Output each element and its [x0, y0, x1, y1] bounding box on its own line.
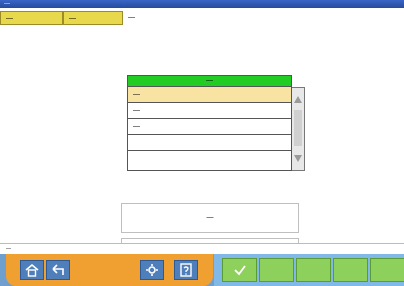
- toolbar-right-group: [214, 254, 404, 286]
- list-item[interactable]: —: [128, 103, 291, 119]
- settings-icon: [146, 264, 158, 276]
- list-header: —: [127, 75, 292, 87]
- selection-list: — — — —: [127, 75, 307, 171]
- title-bar: —: [0, 0, 404, 8]
- tab-strip: — — —: [0, 8, 404, 37]
- toolbar-slot-empty: [296, 258, 331, 282]
- help-icon: [180, 263, 192, 277]
- list-item[interactable]: —: [128, 87, 291, 103]
- list-body: — — —: [127, 87, 292, 171]
- list-item[interactable]: —: [128, 119, 291, 135]
- settings-button[interactable]: [140, 260, 164, 280]
- back-arrow-icon: [52, 264, 64, 275]
- list-scrollbar[interactable]: [292, 87, 305, 171]
- scroll-track[interactable]: [294, 110, 302, 146]
- checkmark-icon: [234, 265, 246, 276]
- tab-vehicle-selection[interactable]: —: [0, 11, 63, 25]
- list-item[interactable]: [128, 135, 291, 151]
- toolbar-left-group: [6, 254, 213, 286]
- bottom-toolbar: [0, 254, 404, 286]
- instruction-message-box: —: [121, 203, 299, 233]
- list-item[interactable]: [128, 151, 291, 167]
- help-button[interactable]: [174, 260, 198, 280]
- toolbar-slot-empty: [333, 258, 368, 282]
- scroll-down-arrow-icon[interactable]: [294, 155, 302, 162]
- back-button[interactable]: [46, 260, 70, 280]
- tab-current-procedure: —: [128, 14, 135, 21]
- main-content: — — — — —: [0, 29, 404, 251]
- toolbar-slot-empty: [259, 258, 294, 282]
- window-title: —: [4, 1, 10, 7]
- confirm-button[interactable]: [222, 258, 257, 282]
- vehicle-info-bar: —: [0, 243, 404, 254]
- tab-special-function[interactable]: —: [63, 11, 123, 25]
- home-icon: [25, 263, 39, 277]
- toolbar-slot-empty: [370, 258, 404, 282]
- scroll-up-arrow-icon[interactable]: [294, 96, 302, 103]
- home-button[interactable]: [20, 260, 44, 280]
